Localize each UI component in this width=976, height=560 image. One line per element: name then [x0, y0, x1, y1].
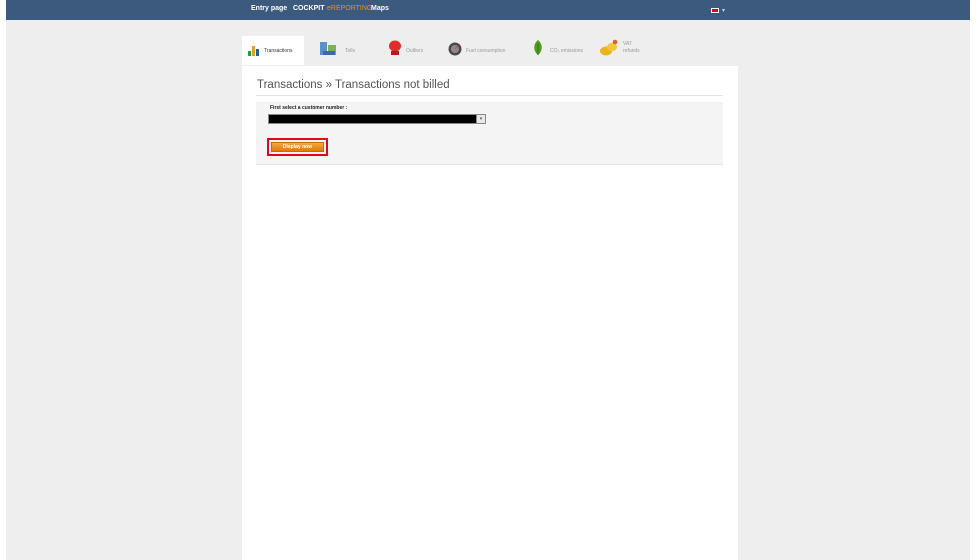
customer-select-label: First select a customer number : — [270, 105, 348, 111]
tab-label-co2-emissions: CO₂ emissions — [550, 48, 584, 54]
title-divider — [256, 95, 723, 96]
bar-chart-icon — [248, 46, 259, 56]
content-panel: Transactions » Transactions not billed F… — [242, 66, 738, 560]
nav-cockpit[interactable]: COCKPIT — [293, 5, 325, 12]
customer-filter-form: First select a customer number : ▾ Displ… — [256, 102, 723, 165]
language-dropdown-arrow-icon[interactable]: ▾ — [722, 7, 725, 14]
tab-label-vat: VAT — [623, 41, 632, 47]
boxing-glove-icon — [389, 40, 401, 55]
tab-vat-refunds[interactable]: VAT refunds — [599, 36, 659, 65]
display-now-button[interactable]: Display now — [271, 142, 324, 152]
tab-tolls[interactable]: Tolls — [316, 36, 366, 65]
page-title: Transactions » Transactions not billed — [257, 79, 450, 91]
tab-label-transactions: Transactions — [264, 48, 293, 54]
fuel-gauge-icon — [448, 42, 462, 56]
tab-label-refunds: refunds — [623, 48, 640, 54]
nav-maps[interactable]: Maps — [371, 5, 389, 12]
display-button-highlight: Display now — [267, 138, 328, 156]
tab-outliers[interactable]: Outliers — [384, 36, 442, 65]
toll-icon — [320, 42, 336, 55]
nav-ereporting[interactable]: eREPORTING — [327, 5, 372, 12]
report-tabs: Transactions Tolls Outliers Fuel consump… — [242, 36, 738, 66]
tab-label-tolls: Tolls — [345, 48, 356, 54]
nav-entry-page[interactable]: Entry page — [251, 5, 287, 12]
tab-fuel-consumption[interactable]: Fuel consumption — [448, 36, 526, 65]
leaf-icon — [534, 40, 542, 55]
coins-icon — [600, 39, 618, 56]
tab-label-outliers: Outliers — [406, 48, 424, 54]
chevron-down-icon[interactable]: ▾ — [476, 115, 485, 123]
uk-flag-icon[interactable] — [711, 8, 719, 13]
tab-co2-emissions[interactable]: CO₂ emissions — [531, 36, 597, 65]
top-navigation-bar: Entry page COCKPIT eREPORTING Maps ▾ — [6, 0, 970, 20]
tab-label-fuel-consumption: Fuel consumption — [466, 48, 506, 54]
tab-transactions[interactable]: Transactions — [242, 36, 304, 65]
customer-number-select[interactable]: ▾ — [268, 114, 486, 124]
